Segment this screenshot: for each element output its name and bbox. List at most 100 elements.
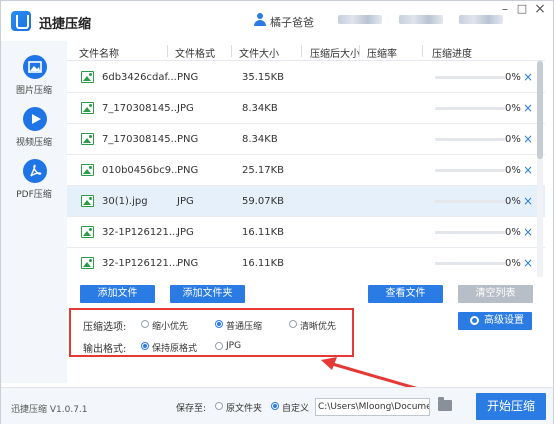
clear-list-button[interactable]: 清空列表 [458,285,533,303]
sidebar-item-video[interactable]: 视频压缩 [1,105,67,155]
save-option-label[interactable]: 自定义 [282,401,309,414]
play-icon [23,107,47,131]
progress-bar [435,262,505,265]
app-version: 迅捷压缩 V1.0.7.1 [11,405,88,415]
image-file-icon [81,226,94,238]
column-divider [422,45,423,57]
progress-percent: 0% [505,72,521,83]
sidebar-item-label: 视频压缩 [15,138,52,148]
column-divider [167,45,168,57]
table-row[interactable]: 32-1P126121... PNG 16.11KB 0% × [67,248,545,277]
gear-icon [470,316,479,325]
save-radio-custom[interactable] [271,402,279,410]
bottom-bar: 迅捷压缩 V1.0.7.1 保存至: 原文件夹 自定义 C:\Users\Mlo… [1,387,553,424]
file-size: 8.34KB [242,134,278,145]
user-name[interactable]: 橘子爸爸 [270,14,314,30]
progress-bar [435,231,505,234]
save-radio-original-folder[interactable] [215,402,223,410]
view-files-button[interactable]: 查看文件 [368,285,443,303]
folder-icon[interactable] [438,397,452,411]
file-size: 35.15KB [242,72,285,83]
add-file-button[interactable]: 添加文件 [80,285,155,303]
progress-percent: 0% [505,227,521,238]
file-size: 16.11KB [242,258,285,269]
column-header-ratio: 压缩率 [367,49,397,60]
progress-percent: 0% [505,103,521,114]
app-logo-icon [11,11,31,31]
file-name: 7_170308145... [102,134,181,145]
image-file-icon [81,164,94,176]
maximize-button[interactable]: □ [516,3,528,15]
progress-percent: 0% [505,258,521,269]
column-divider [231,45,232,57]
close-button[interactable]: × [534,2,546,16]
column-divider [359,45,360,57]
minimize-button[interactable]: – [499,3,511,15]
save-to-label: 保存至: [176,404,207,414]
table-scrollbar[interactable] [537,61,543,277]
remove-file-button[interactable]: × [523,194,533,208]
file-format: PNG [177,258,199,269]
remove-file-button[interactable]: × [523,101,533,115]
app-title: 迅捷压缩 [39,17,92,32]
sidebar-item-label: 图片压缩 [15,86,52,96]
column-header-format: 文件格式 [175,49,215,60]
table-row[interactable]: 010b0456bc9... PNG 25.17KB 0% × [67,155,545,186]
progress-bar [435,76,505,79]
progress-bar [435,169,505,172]
file-name: 7_170308145... [102,103,181,114]
start-compress-button[interactable]: 开始压缩 [476,393,546,420]
file-table: 文件名称 文件格式 文件大小 压缩后大小 压缩率 压缩进度 6db3426cda… [67,41,545,277]
progress-percent: 0% [505,165,521,176]
column-header-progress: 压缩进度 [432,49,472,60]
progress-percent: 0% [505,196,521,207]
advanced-settings-button[interactable]: 高级设置 [458,312,532,330]
remove-file-button[interactable]: × [523,225,533,239]
file-format: PNG [177,72,199,83]
scrollbar-thumb[interactable] [537,61,543,159]
table-row[interactable]: 7_170308145... JPG 8.34KB 0% × [67,93,545,124]
table-row[interactable]: 6db3426cdaf... PNG 35.15KB 0% × [67,62,545,93]
image-file-icon [81,133,94,145]
save-option-label[interactable]: 原文件夹 [226,401,262,414]
table-row[interactable]: 7_170308145... PNG 8.34KB 0% × [67,124,545,155]
file-name: 30(1).jpg [102,196,148,207]
sidebar-item-image[interactable]: 图片压缩 [1,53,67,103]
column-header-name: 文件名称 [79,49,119,60]
table-row[interactable]: 32-1P126121... JPG 16.11KB 0% × [67,217,545,248]
blurred-info [338,15,382,24]
remove-file-button[interactable]: × [523,132,533,146]
table-row-selected[interactable]: 30(1).jpg JPG 59.07KB 0% × [67,186,545,217]
remove-file-button[interactable]: × [523,163,533,177]
user-icon[interactable] [254,13,266,27]
highlight-box [69,308,354,357]
image-file-icon [81,71,94,83]
file-size: 25.17KB [242,165,285,176]
progress-percent: 0% [505,134,521,145]
sidebar-item-pdf[interactable]: PDF压缩 [1,157,67,207]
file-name: 6db3426cdaf... [102,72,177,83]
file-size: 59.07KB [242,196,285,207]
column-header-size: 文件大小 [239,49,279,60]
file-format: JPG [177,103,194,114]
sidebar: 图片压缩 视频压缩 PDF压缩 [1,41,67,383]
file-name: 32-1P126121... [102,227,179,238]
progress-bar [435,107,505,110]
column-divider [301,45,302,57]
save-path-input[interactable]: C:\Users\Mloong\Docume [315,398,430,416]
image-file-icon [81,257,94,269]
title-bar: 迅捷压缩 橘子爸爸 – □ × [1,1,553,41]
table-header: 文件名称 文件格式 文件大小 压缩后大小 压缩率 压缩进度 [67,41,545,61]
sidebar-item-label: PDF压缩 [16,190,52,200]
image-icon [23,55,47,79]
progress-bar [435,138,505,141]
pdf-icon [23,159,47,183]
advanced-settings-label: 高级设置 [484,315,524,326]
file-format: PNG [177,165,199,176]
add-folder-button[interactable]: 添加文件夹 [170,285,245,303]
file-size: 8.34KB [242,103,278,114]
column-header-compressed-size: 压缩后大小 [310,49,360,60]
remove-file-button[interactable]: × [523,70,533,84]
remove-file-button[interactable]: × [523,256,533,270]
blurred-info [399,15,443,24]
